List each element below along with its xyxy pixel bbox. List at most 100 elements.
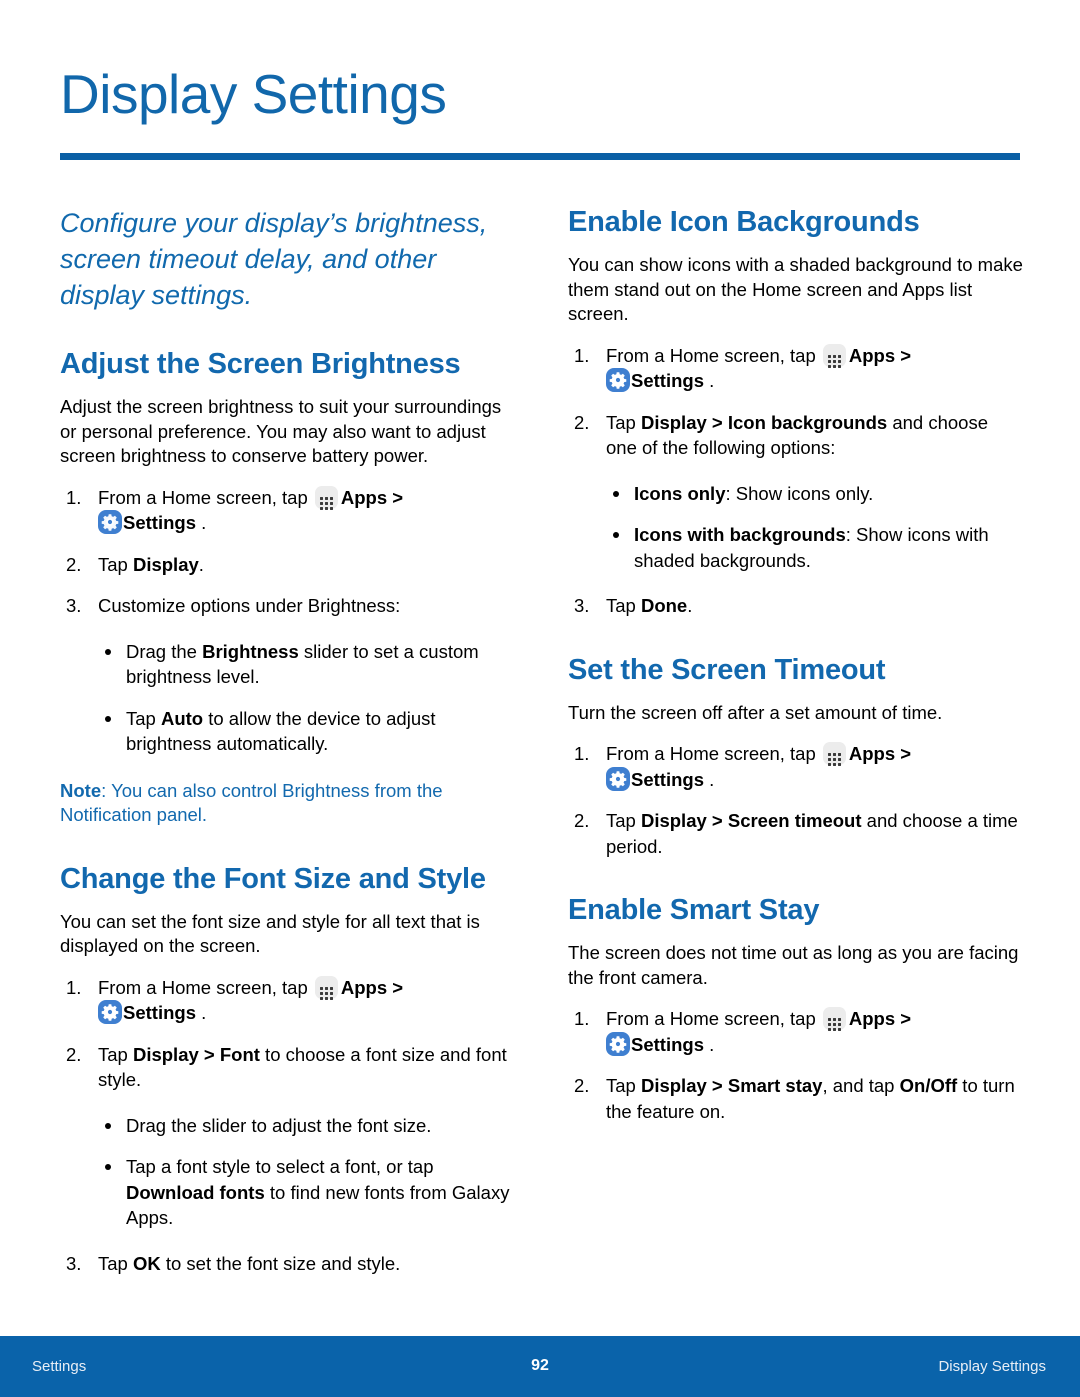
step-text: From a Home screen, tap Apps > Settings … <box>98 975 404 1024</box>
apps-grid-dots <box>827 1012 841 1031</box>
settings-gear-icon[interactable] <box>606 1031 630 1056</box>
settings-gear-icon[interactable] <box>606 766 630 791</box>
step-number: 1. <box>66 976 82 998</box>
step-number: 2. <box>574 411 590 433</box>
bullet-list: Icons only: Show icons only. Icons with … <box>568 481 1023 574</box>
step-text: Tap Display > Font to choose a font size… <box>98 1043 507 1091</box>
apps-label: Apps <box>848 1008 896 1029</box>
section-body: The screen does not time out as long as … <box>568 942 1019 988</box>
apps-grid-icon[interactable] <box>314 975 338 1000</box>
trailing-period: . <box>201 512 207 533</box>
step-text: Tap Display. <box>98 553 204 575</box>
section-change-font-size-and-style: Change the Font Size and Style You can s… <box>60 862 515 1277</box>
settings-label: Settings <box>631 768 704 790</box>
apps-label: Apps <box>340 976 388 998</box>
settings-gear-icon[interactable] <box>606 368 630 392</box>
bullet-item: Tap Auto to allow the device to adjust b… <box>60 706 515 757</box>
step-item: 1. From a Home screen, tap Apps > Settin… <box>568 1006 1023 1057</box>
apps-label: Apps <box>340 486 388 508</box>
footer-page-number: 92 <box>531 1357 549 1374</box>
chevron-label: > <box>392 976 404 998</box>
apps-grid-dots <box>319 981 333 1000</box>
step-number: 2. <box>66 1043 82 1065</box>
step-item: 1. From a Home screen, tap Apps > Settin… <box>60 975 515 1026</box>
section-body: Turn the screen off after a set amount o… <box>568 701 943 723</box>
trailing-period: . <box>709 1033 715 1055</box>
note-label: Note <box>60 779 102 801</box>
bullet-list: Drag the Brightness slider to set a cust… <box>60 639 515 757</box>
chevron-label: > <box>900 1008 912 1029</box>
apps-label: Apps <box>848 344 896 366</box>
note-block: Note: You can also control Brightness fr… <box>60 779 515 828</box>
trailing-period: . <box>201 1002 207 1023</box>
page-title: Display Settings <box>60 63 447 125</box>
step-text: Tap Display > Smart stay, and tap On/Off… <box>606 1075 1015 1122</box>
bullet-item: Icons only: Show icons only. <box>568 481 1023 507</box>
page-footer: Settings 92 Display Settings <box>0 1336 1080 1397</box>
section-body: Adjust the screen brightness to suit you… <box>60 396 502 466</box>
document-page: Display Settings Configure your display’… <box>0 0 1080 1397</box>
section-body: You can set the font size and style for … <box>60 910 480 957</box>
settings-label: Settings <box>123 1002 196 1023</box>
apps-grid-dots <box>827 747 841 766</box>
step-item: 1. From a Home screen, tap Apps > Settin… <box>60 485 515 536</box>
section-enable-smart-stay: Enable Smart Stay The screen does not ti… <box>568 893 1023 1124</box>
step-item: 2. Tap Display > Screen timeout and choo… <box>568 808 1023 859</box>
step-number: 1. <box>66 486 82 508</box>
step-item: 1. From a Home screen, tap Apps > Settin… <box>568 343 1023 394</box>
settings-gear-icon[interactable] <box>98 510 122 534</box>
settings-gear-icon[interactable] <box>98 1000 122 1024</box>
step-number: 2. <box>574 1075 590 1096</box>
title-divider <box>60 153 1020 160</box>
step-item: 2. Tap Display. <box>60 552 515 578</box>
section-heading: Set the Screen Timeout <box>568 653 886 686</box>
step-text: Customize options under Brightness: <box>98 595 401 616</box>
apps-grid-icon[interactable] <box>822 1007 846 1031</box>
section-body: You can show icons with a shaded backgro… <box>568 254 1023 324</box>
apps-grid-dots <box>319 491 333 510</box>
bullet-item: Tap a font style to select a font, or ta… <box>60 1154 515 1231</box>
section-heading: Change the Font Size and Style <box>60 862 486 895</box>
step-number: 2. <box>66 553 82 575</box>
step-text: From a Home screen, tap Apps > Settings … <box>606 343 912 392</box>
section-heading: Enable Icon Backgrounds <box>568 206 920 238</box>
bullet-item: Drag the slider to adjust the font size. <box>60 1113 515 1139</box>
bullet-item: Icons with backgrounds: Show icons with … <box>568 522 1023 573</box>
step-item: 1. From a Home screen, tap Apps > Settin… <box>568 741 1023 792</box>
step-item: 3. Tap Done. <box>568 593 1023 619</box>
apps-grid-icon[interactable] <box>822 343 846 368</box>
apps-grid-dots <box>827 349 841 368</box>
step-number: 1. <box>574 344 590 366</box>
settings-label: Settings <box>631 370 704 391</box>
step-text: Tap OK to set the font size and style. <box>98 1252 401 1274</box>
step-number: 2. <box>574 810 590 831</box>
trailing-period: . <box>709 370 715 391</box>
step-item: 2. Tap Display > Icon backgrounds and ch… <box>568 410 1023 461</box>
settings-label: Settings <box>123 512 196 533</box>
step-item: 2. Tap Display > Smart stay, and tap On/… <box>568 1073 1023 1124</box>
apps-grid-icon[interactable] <box>822 742 846 766</box>
step-text: From a Home screen, tap Apps > Settings … <box>98 485 404 534</box>
step-text: Tap Display > Screen timeout and choose … <box>606 810 1018 857</box>
apps-grid-icon[interactable] <box>314 485 338 510</box>
step-item: 3. Tap OK to set the font size and style… <box>60 1251 515 1277</box>
section-heading: Adjust the Screen Brightness <box>60 348 461 380</box>
step-item: 2. Tap Display > Font to choose a font s… <box>60 1042 515 1093</box>
left-column: Configure your display’s brightness, scr… <box>60 205 515 1292</box>
step-text: From a Home screen, tap Apps > Settings … <box>606 742 912 791</box>
step-text: Tap Display > Icon backgrounds and choos… <box>606 411 988 459</box>
intro-paragraph: Configure your display’s brightness, scr… <box>60 208 488 310</box>
bullet-list: Drag the slider to adjust the font size.… <box>60 1113 515 1231</box>
bullet-item: Drag the Brightness slider to set a cust… <box>60 639 515 690</box>
section-heading: Enable Smart Stay <box>568 894 820 926</box>
step-number: 3. <box>66 1252 82 1274</box>
step-number: 1. <box>574 1008 590 1029</box>
chevron-label: > <box>900 344 912 366</box>
section-adjust-screen-brightness: Adjust the Screen Brightness Adjust the … <box>60 347 515 828</box>
chevron-label: > <box>392 486 404 508</box>
section-enable-icon-backgrounds: Enable Icon Backgrounds You can show ico… <box>568 205 1023 619</box>
step-item: 3. Customize options under Brightness: <box>60 593 515 619</box>
step-text: From a Home screen, tap Apps > Settings … <box>606 1007 912 1056</box>
right-column: Enable Icon Backgrounds You can show ico… <box>568 205 1023 1140</box>
note-text: : You can also control Brightness from t… <box>60 779 443 826</box>
